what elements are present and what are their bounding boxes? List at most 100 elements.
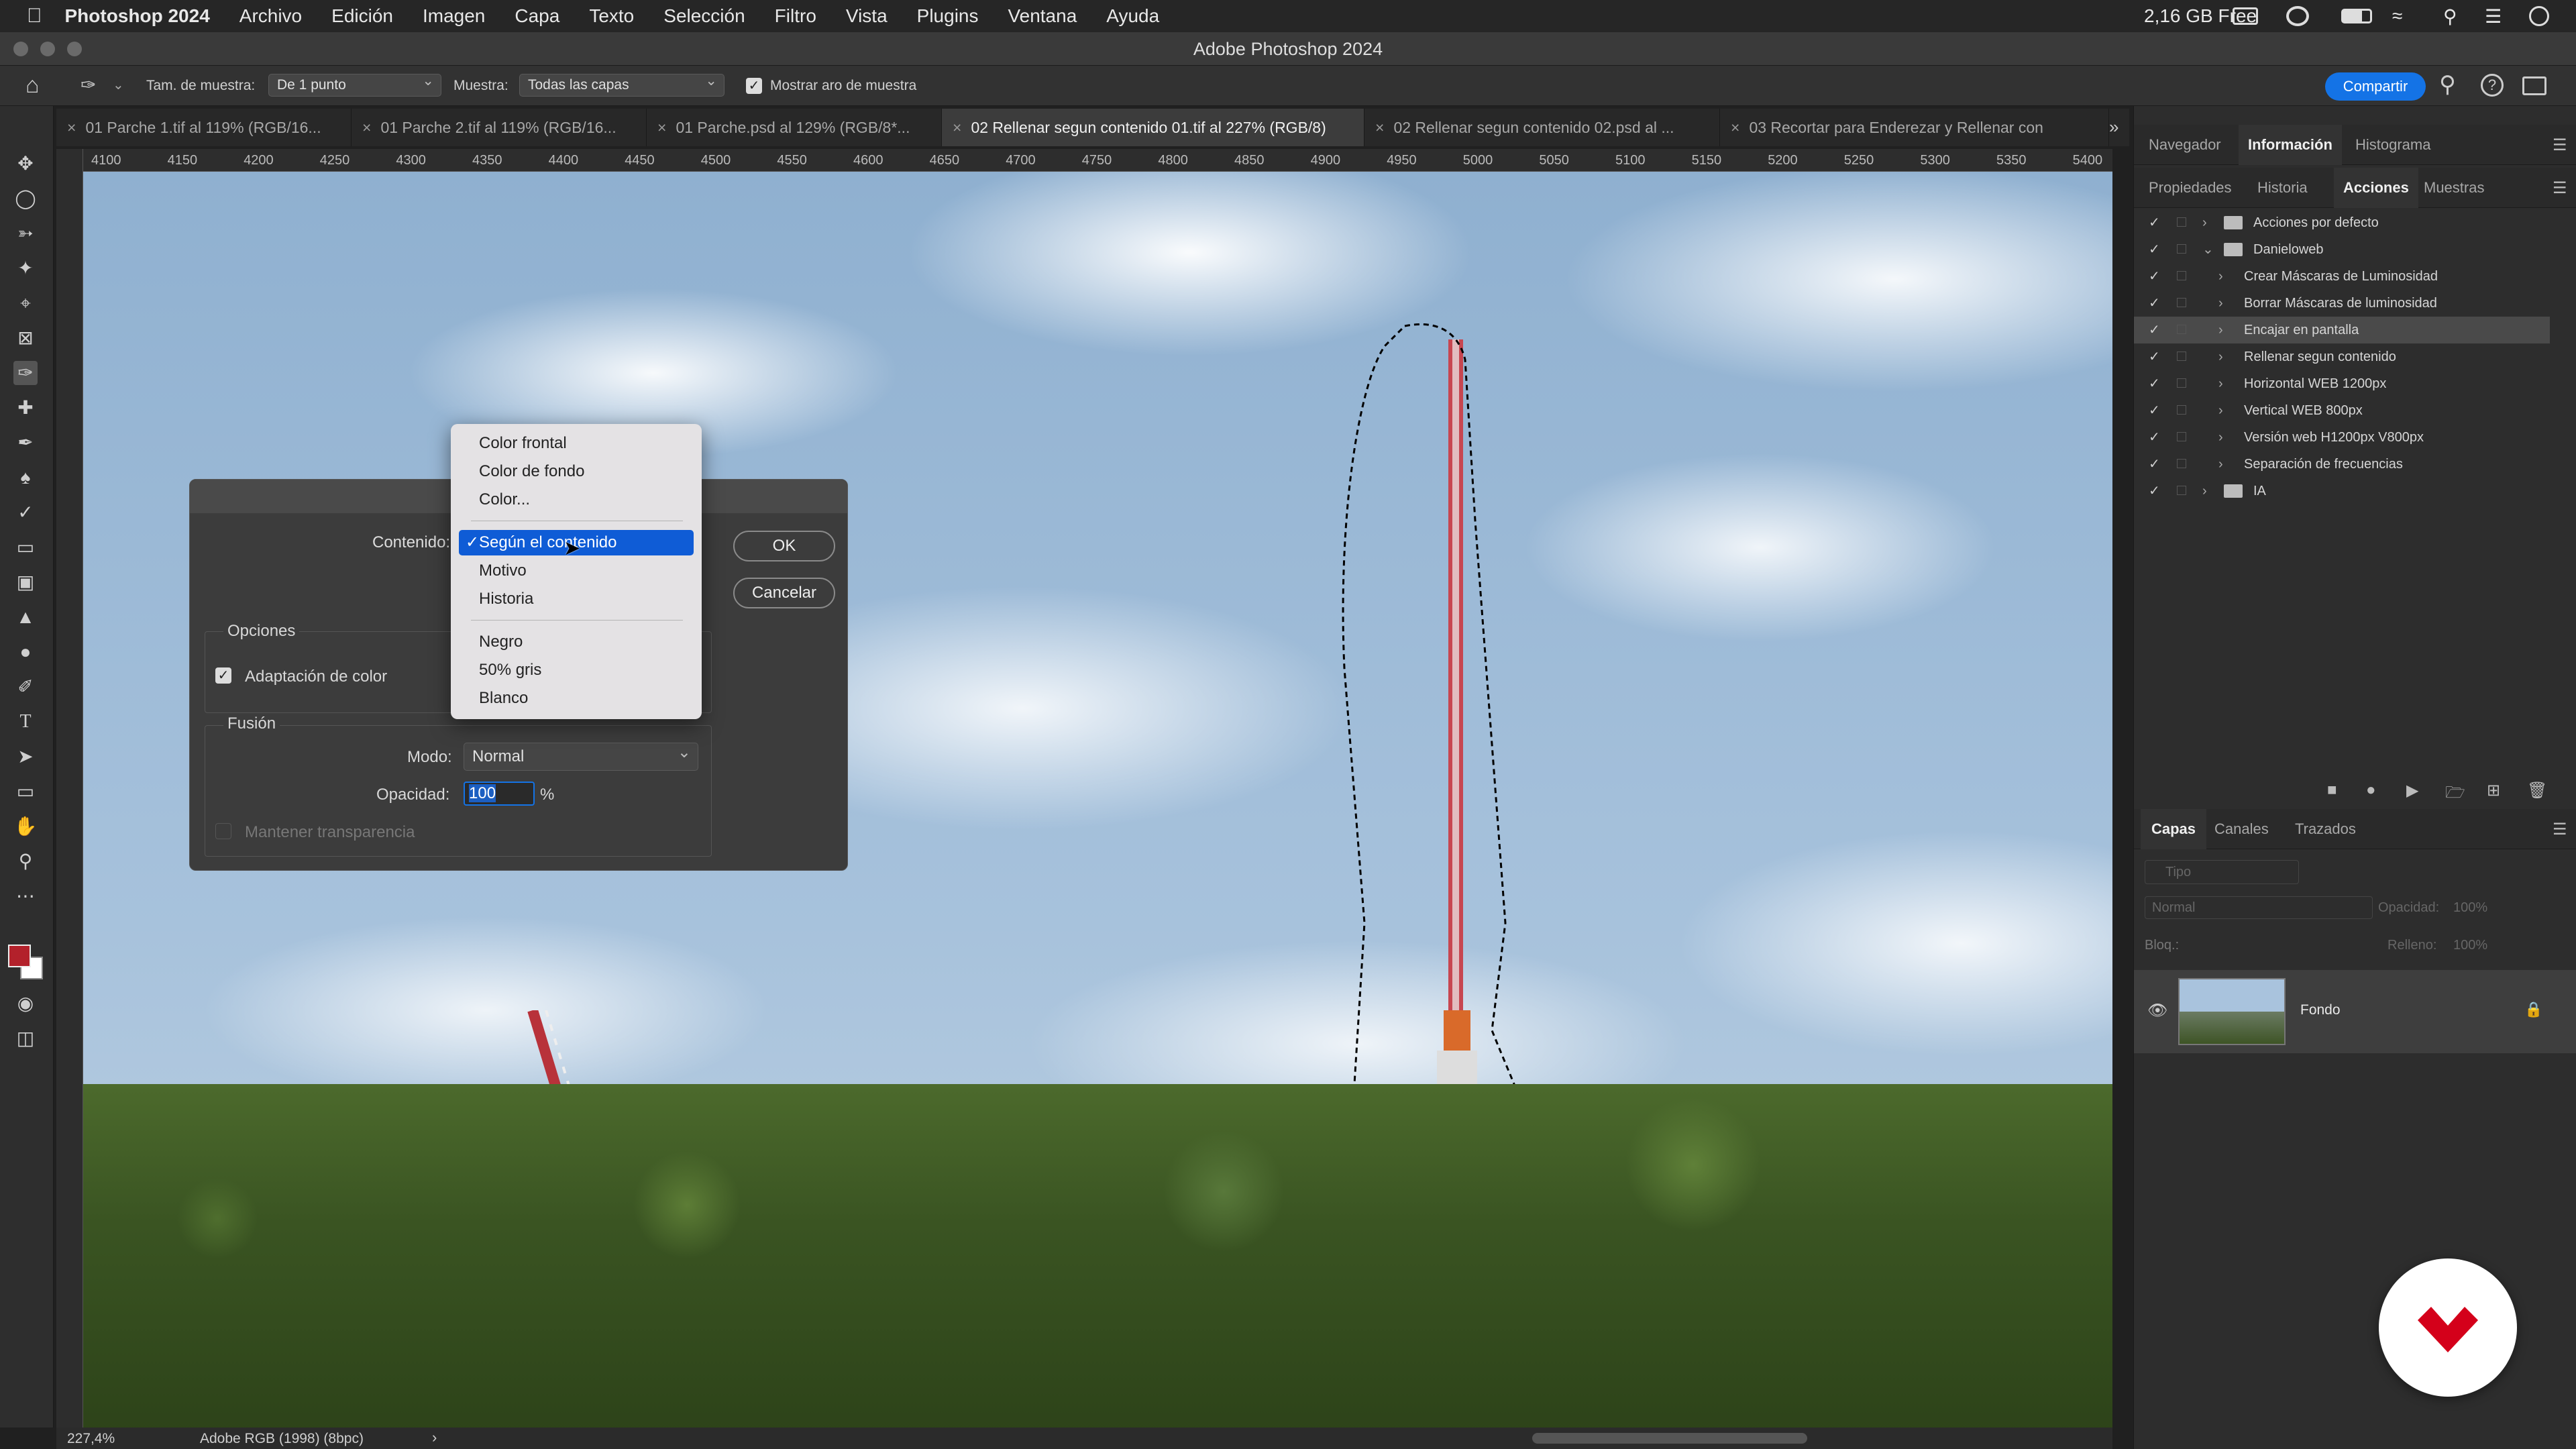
menu-item-blanco[interactable]: Blanco (459, 686, 694, 711)
move-tool-icon[interactable]: ✥ (13, 152, 38, 176)
chevron-right-icon[interactable]: › (2218, 317, 2223, 343)
tab-informacion[interactable]: Información (2239, 125, 2342, 165)
menu-item-color-frontal[interactable]: Color frontal (459, 431, 694, 456)
play-icon[interactable]: ▶ (2406, 781, 2418, 800)
menu-plugins[interactable]: Plugins (917, 5, 979, 27)
action-row[interactable]: ✓ › IA (2134, 478, 2550, 504)
workspace-icon[interactable] (2522, 76, 2546, 95)
action-row[interactable]: ✓ › Acciones por defecto (2134, 209, 2550, 236)
action-row[interactable]: ✓ › Rellenar segun contenido (2134, 343, 2550, 370)
menu-item-historia[interactable]: Historia (459, 586, 694, 612)
zoom-window-button[interactable] (67, 42, 82, 56)
chevron-right-icon[interactable]: › (2218, 343, 2223, 370)
ok-button[interactable]: OK (733, 531, 835, 561)
screen-mode-icon[interactable]: ◫ (13, 1026, 38, 1051)
wifi-icon[interactable]: ≈ (2392, 5, 2402, 27)
menu-texto[interactable]: Texto (589, 5, 634, 27)
clone-stamp-tool-icon[interactable]: ♠ (13, 466, 38, 490)
app-menu[interactable]: Photoshop 2024 (65, 5, 210, 27)
chevron-right-icon[interactable]: › (2202, 209, 2207, 236)
zoom-level[interactable]: 227,4% (67, 1431, 115, 1447)
blend-mode-select[interactable]: Normal (2145, 896, 2373, 919)
action-enabled-check-icon[interactable]: ✓ (2149, 209, 2160, 236)
dialog-toggle-box[interactable] (2177, 459, 2186, 468)
keep-transparency-checkbox[interactable] (215, 823, 231, 839)
panel-menu-icon[interactable]: ☰ (2553, 820, 2567, 839)
lasso-tool-icon[interactable]: ➳ (13, 221, 38, 246)
dialog-toggle-box[interactable] (2177, 298, 2186, 307)
close-tab-icon[interactable]: × (67, 119, 76, 136)
action-enabled-check-icon[interactable]: ✓ (2149, 478, 2160, 504)
share-button[interactable]: Compartir (2325, 72, 2426, 101)
history-brush-tool-icon[interactable]: ✓ (13, 500, 38, 525)
tab-navegador[interactable]: Navegador (2149, 125, 2221, 165)
help-icon[interactable]: ? (2481, 74, 2504, 97)
type-tool-icon[interactable]: T (13, 710, 38, 734)
close-tab-icon[interactable]: × (362, 119, 371, 136)
fill-value[interactable]: 100% (2453, 938, 2487, 953)
rectangle-tool-icon[interactable]: ▭ (13, 780, 38, 804)
tab-rellenar-01[interactable]: × 02 Rellenar segun contenido 01.tif al 2… (942, 109, 1364, 146)
dialog-toggle-box[interactable] (2177, 325, 2186, 334)
gradient-tool-icon[interactable]: ▣ (13, 570, 38, 594)
menu-filtro[interactable]: Filtro (775, 5, 816, 27)
chevron-right-icon[interactable]: › (2218, 263, 2223, 290)
panel-menu-icon[interactable]: ☰ (2553, 136, 2567, 155)
creative-cloud-icon[interactable] (2286, 6, 2309, 26)
tab-muestras[interactable]: Muestras (2424, 168, 2484, 208)
dialog-opacity-input[interactable]: 100 (464, 782, 535, 806)
action-row[interactable]: ✓ › Versión web H1200px V800px (2134, 424, 2550, 451)
tab-parche-psd[interactable]: × 01 Parche.psd al 129% (RGB/8*... (647, 109, 942, 146)
sample-size-select[interactable]: De 1 punto (268, 70, 441, 97)
cancel-button[interactable]: Cancelar (733, 578, 835, 608)
tab-canales[interactable]: Canales (2214, 809, 2269, 849)
color-profile[interactable]: Adobe RGB (1998) (8bpc) (200, 1431, 364, 1447)
spotlight-icon[interactable]: ⚲ (2443, 5, 2457, 28)
tab-parche2[interactable]: × 01 Parche 2.tif al 119% (RGB/16... (352, 109, 647, 146)
chevron-right-icon[interactable]: › (2218, 424, 2223, 451)
search-icon[interactable]: ⚲ (2439, 71, 2456, 98)
action-row[interactable]: ✓ › Borrar Máscaras de luminosidad (2134, 290, 2550, 317)
tab-propiedades[interactable]: Propiedades (2149, 168, 2232, 208)
action-enabled-check-icon[interactable]: ✓ (2149, 317, 2160, 343)
delete-action-icon[interactable]: 🗑 (2527, 781, 2547, 800)
close-tab-icon[interactable]: × (1731, 119, 1739, 136)
dialog-toggle-box[interactable] (2177, 405, 2186, 415)
sample-layers-select[interactable]: Todas las capas (519, 70, 724, 97)
action-enabled-check-icon[interactable]: ✓ (2149, 424, 2160, 451)
layer-row[interactable]: 👁 Fondo 🔒 (2134, 970, 2576, 1053)
chevron-right-icon[interactable]: › (2218, 451, 2223, 478)
dialog-toggle-box[interactable] (2177, 432, 2186, 441)
close-tab-icon[interactable]: × (953, 119, 961, 136)
status-chevron-icon[interactable]: › (432, 1429, 437, 1446)
magic-wand-tool-icon[interactable]: ✦ (13, 256, 38, 280)
chevron-right-icon[interactable]: › (2218, 290, 2223, 317)
action-enabled-check-icon[interactable]: ✓ (2149, 263, 2160, 290)
foreground-color-swatch[interactable] (8, 945, 31, 967)
color-adapt-checkbox[interactable]: ✓ (215, 667, 231, 684)
close-tab-icon[interactable]: × (1375, 119, 1384, 136)
eyedropper-tool-icon[interactable]: ✑ (13, 361, 38, 385)
opacity-value[interactable]: 100% (2453, 900, 2487, 916)
quick-mask-icon[interactable]: ◉ (13, 991, 38, 1016)
zoom-tool-icon[interactable]: ⚲ (13, 849, 38, 873)
tab-capas[interactable]: Capas (2141, 809, 2207, 849)
apple-icon[interactable]:  (27, 5, 42, 28)
display-icon[interactable] (2233, 7, 2258, 25)
chevron-right-icon[interactable]: › (2202, 478, 2207, 504)
mode-select[interactable]: Normal (464, 739, 698, 771)
brush-tool-icon[interactable]: ✒ (13, 431, 38, 455)
eyedropper-preset-icon[interactable]: ✑ (80, 74, 96, 96)
layer-name[interactable]: Fondo (2300, 1002, 2341, 1018)
control-center-icon[interactable]: ☰ (2485, 5, 2502, 28)
layer-filter-input[interactable]: Tipo (2145, 860, 2299, 884)
action-row[interactable]: ✓ › Separación de frecuencias (2134, 451, 2550, 478)
chevron-down-icon[interactable]: ⌄ (2202, 236, 2214, 263)
chevron-right-icon[interactable]: › (2218, 397, 2223, 424)
dialog-toggle-box[interactable] (2177, 271, 2186, 280)
show-ring-checkbox[interactable]: ✓ (746, 78, 762, 94)
eye-icon[interactable]: 👁 (2147, 1001, 2167, 1020)
action-enabled-check-icon[interactable]: ✓ (2149, 236, 2160, 263)
close-tab-icon[interactable]: × (657, 119, 666, 136)
menu-edicion[interactable]: Edición (331, 5, 393, 27)
